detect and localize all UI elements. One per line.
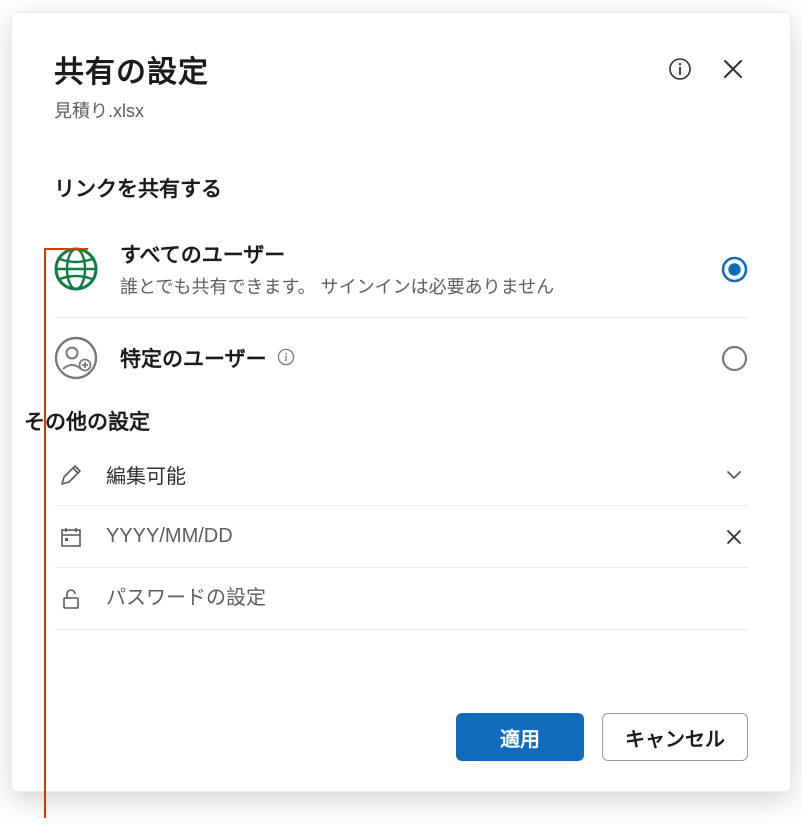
info-icon: [668, 57, 692, 81]
close-button[interactable]: [718, 54, 748, 84]
filename-label: 見積り.xlsx: [54, 97, 209, 123]
other-settings-label: その他の設定: [24, 406, 748, 436]
option-everyone-title: すべてのユーザー: [120, 239, 699, 269]
info-button[interactable]: [664, 53, 696, 85]
option-everyone-text: すべてのユーザー 誰とでも共有できます。 サインインは必要ありません: [120, 239, 699, 299]
share-link-section-label: リンクを共有する: [54, 173, 748, 203]
title-block: 共有の設定 見積り.xlsx: [54, 47, 209, 123]
option-specific-info-button[interactable]: [277, 348, 295, 366]
expiration-date-input-wrapper: [106, 525, 698, 548]
people-add-icon: [54, 336, 98, 380]
close-icon: [722, 58, 744, 80]
expiration-date-row[interactable]: [54, 506, 748, 568]
option-everyone-radio[interactable]: [721, 256, 748, 283]
globe-icon: [54, 247, 98, 291]
dialog-title: 共有の設定: [54, 47, 209, 91]
expiration-date-input[interactable]: [106, 525, 698, 548]
option-specific-radio[interactable]: [721, 345, 748, 372]
pencil-icon: [58, 462, 84, 488]
info-icon: [277, 348, 295, 366]
sharing-settings-dialog: 共有の設定 見積り.xlsx リンクを共有する: [11, 12, 791, 792]
password-input-wrapper: [106, 587, 698, 610]
dialog-header: 共有の設定 見積り.xlsx: [54, 47, 748, 123]
permission-dropdown[interactable]: 編集可能: [54, 444, 748, 506]
dialog-button-row: 適用 キャンセル: [54, 673, 748, 761]
option-specific-title: 特定のユーザー: [120, 348, 267, 371]
apply-button[interactable]: 適用: [456, 713, 584, 761]
option-everyone-desc: 誰とでも共有できます。 サインインは必要ありません: [120, 273, 699, 299]
password-row[interactable]: [54, 568, 748, 630]
permission-label: 編集可能: [106, 460, 698, 489]
header-actions: [664, 53, 748, 85]
chevron-down-icon: [720, 466, 748, 484]
option-everyone[interactable]: すべてのユーザー 誰とでも共有できます。 サインインは必要ありません: [54, 221, 748, 318]
close-icon: [725, 528, 743, 546]
password-input[interactable]: [106, 587, 698, 610]
lock-icon: [58, 586, 84, 612]
option-specific-text: 特定のユーザー: [120, 343, 699, 373]
option-specific-people[interactable]: 特定のユーザー: [54, 318, 748, 398]
cancel-button[interactable]: キャンセル: [602, 713, 748, 761]
clear-date-button[interactable]: [720, 528, 748, 546]
calendar-icon: [58, 524, 84, 550]
